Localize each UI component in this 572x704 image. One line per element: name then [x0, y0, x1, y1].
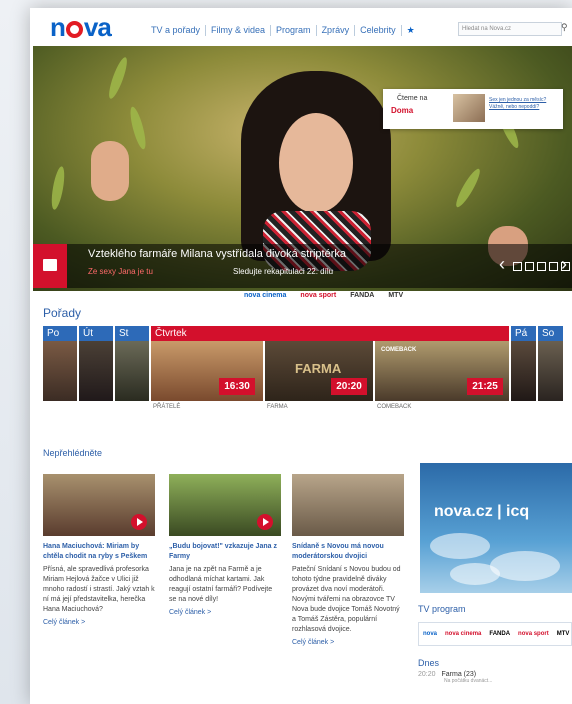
article-text: Pateční Snídaní s Novou budou od tohoto …	[292, 566, 401, 633]
article-more-link[interactable]: Celý článek >	[169, 609, 281, 616]
cloud-shape	[490, 551, 560, 581]
article-text: Přísná, ale spravedlivá profesorka Miria…	[43, 566, 155, 613]
nav-filmy-videa[interactable]: Filmy & videa	[206, 25, 272, 36]
channel-tab-mtv[interactable]: MTV	[557, 631, 570, 637]
day-thumbnail[interactable]	[511, 341, 536, 401]
program-show[interactable]: Farma (23)	[441, 671, 476, 678]
main-nav: TV a pořady Filmy & videa Program Zprávy…	[146, 25, 420, 36]
porady-title[interactable]: Pořady	[43, 306, 81, 320]
channel-nova-cinema[interactable]: nova cinema	[244, 292, 286, 299]
cteme-thumbnail[interactable]	[453, 94, 485, 122]
article-image[interactable]	[43, 474, 155, 536]
channel-tab-nova-sport[interactable]: nova sport	[518, 631, 549, 637]
search-icon[interactable]: ⚲	[561, 22, 568, 33]
article-title[interactable]: „Budu bojovat!" vzkazuje Jana z Farmy	[169, 542, 281, 562]
nav-celebrity[interactable]: Celebrity	[355, 25, 402, 36]
video-icon	[33, 244, 67, 288]
star-icon[interactable]: ★	[402, 25, 420, 36]
search-input[interactable]: Hledat na Nova.cz	[458, 22, 562, 36]
channel-tab-nova[interactable]: nova	[423, 631, 437, 637]
cteme-label: Čteme na	[397, 95, 428, 102]
article-card: „Budu bojovat!" vzkazuje Jana z Farmy Ja…	[169, 474, 281, 616]
article-card: Hana Maciuchová: Miriam by chtěla chodit…	[43, 474, 155, 626]
program-row[interactable]: 20:20 Farma (23)	[418, 671, 572, 678]
article-image[interactable]	[292, 474, 404, 536]
farma-logo: FARMA	[295, 361, 342, 376]
header: n va TV a pořady Filmy & videa Program Zp…	[30, 8, 572, 46]
neprehlednete-title[interactable]: Nepřehlédněte	[43, 448, 102, 458]
leaf-decoration	[127, 105, 149, 151]
slider-dot[interactable]	[549, 262, 558, 271]
day-tab-ctvrtek[interactable]: Čtvrtek	[151, 326, 509, 341]
cteme-na-box[interactable]: Čteme na Doma Sex jen jednou za měsíc? V…	[383, 89, 563, 129]
channel-tab-fanda[interactable]: FANDA	[489, 631, 510, 637]
nav-zpravy[interactable]: Zprávy	[317, 25, 356, 36]
article-more-link[interactable]: Celý článek >	[292, 639, 404, 646]
show-time-pratele: 16:30	[219, 378, 255, 395]
tv-program-title[interactable]: TV program	[418, 604, 572, 614]
advertisement-banner[interactable]: nova.cz | icq	[420, 463, 572, 593]
day-tab-so[interactable]: So	[538, 326, 563, 341]
page: n va TV a pořady Filmy & videa Program Zp…	[30, 8, 572, 704]
cloud-shape	[450, 563, 500, 585]
hero-headline[interactable]: Vzteklého farmáře Milana vystřídala divo…	[88, 248, 346, 260]
channel-mtv[interactable]: MTV	[388, 292, 403, 299]
doma-logo: Doma	[391, 106, 414, 115]
article-more-link[interactable]: Celý článek >	[43, 619, 155, 626]
day-tab-pa[interactable]: Pá	[511, 326, 536, 341]
article-image[interactable]	[169, 474, 281, 536]
nav-program[interactable]: Program	[271, 25, 317, 36]
next-arrow-icon[interactable]: ›	[561, 254, 567, 275]
cteme-link[interactable]: Sex jen jednou za měsíc? Vážně, nebo nep…	[489, 97, 559, 111]
slider-dot[interactable]	[525, 262, 534, 271]
hand-image	[91, 141, 129, 201]
day-tab-ut[interactable]: Út	[79, 326, 113, 341]
channel-strip: nova cinema nova sport FANDA MTV	[244, 292, 403, 299]
nav-tv-porady[interactable]: TV a pořady	[146, 25, 207, 36]
comeback-logo: COMEBACK	[381, 347, 417, 353]
leaf-decoration	[49, 165, 67, 211]
ad-text: nova.cz | icq	[434, 503, 530, 520]
hero-sub-red: Ze sexy Jana je tu	[88, 267, 153, 276]
article-text: Jana je na zpět na Farmě a je odhodlaná …	[169, 566, 273, 603]
today-label: Dnes	[418, 658, 440, 668]
program-time: 20:20	[418, 671, 436, 678]
day-thumbnail[interactable]	[79, 341, 113, 401]
day-thumbnail[interactable]	[538, 341, 563, 401]
leaf-decoration	[452, 166, 484, 210]
leaf-decoration	[105, 55, 131, 101]
channel-tab-nova-cinema[interactable]: nova cinema	[445, 631, 481, 637]
article-title[interactable]: Snídaně s Novou má novou moderátorskou d…	[292, 542, 404, 562]
hero-caption: Vzteklého farmáře Milana vystřídala divo…	[33, 244, 572, 288]
show-name-comeback[interactable]: COMEBACK	[377, 404, 411, 410]
day-thumbnail[interactable]	[115, 341, 149, 401]
article-title[interactable]: Hana Maciuchová: Miriam by chtěla chodit…	[43, 542, 155, 562]
article-card: Snídaně s Novou má novou moderátorskou d…	[292, 474, 404, 646]
day-tab-po[interactable]: Po	[43, 326, 77, 341]
slider-dot[interactable]	[537, 262, 546, 271]
show-time-comeback: 21:25	[467, 378, 503, 395]
hero-banner[interactable]: Čteme na Doma Sex jen jednou za měsíc? V…	[33, 46, 572, 291]
show-name-pratele[interactable]: PŘÁTELÉ	[153, 404, 180, 410]
day-thumbnail[interactable]	[43, 341, 77, 401]
play-icon[interactable]	[257, 514, 273, 530]
show-name-farma[interactable]: FARMA	[267, 404, 288, 410]
nova-logo[interactable]: n va	[50, 12, 112, 43]
slider-dot[interactable]	[513, 262, 522, 271]
tv-program: TV program nova nova cinema FANDA nova s…	[418, 604, 572, 684]
porady-schedule: Po Út St Čtvrtek Pá So 16:30 PŘÁTELÉ FAR…	[43, 326, 563, 416]
prev-arrow-icon[interactable]: ‹	[499, 254, 505, 275]
play-icon[interactable]	[131, 514, 147, 530]
show-time-farma: 20:20	[331, 378, 367, 395]
hero-sub-white[interactable]: Sledujte rekapitulaci 22. dílu	[233, 267, 333, 276]
cloud-shape	[430, 533, 490, 559]
tv-channel-tabs: nova nova cinema FANDA nova sport MTV	[418, 622, 572, 646]
channel-fanda[interactable]: FANDA	[350, 292, 374, 299]
day-tab-st[interactable]: St	[115, 326, 149, 341]
program-subtitle: Na počátku dvanáct...	[444, 678, 493, 684]
channel-nova-sport[interactable]: nova sport	[300, 292, 336, 299]
